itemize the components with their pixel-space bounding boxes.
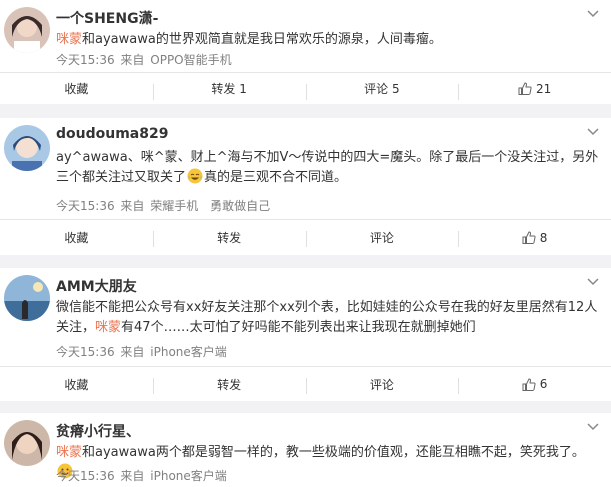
- repost-button[interactable]: 转发: [152, 220, 306, 255]
- comment-button[interactable]: 评论: [305, 367, 459, 401]
- post-meta: 今天15:36 来自 OPPO智能手机: [56, 51, 232, 68]
- favorite-button[interactable]: 收藏: [0, 220, 153, 255]
- comment-card: 贫瘠小行星、 咪蒙和ayawawa两个都是弱智一样的，教一些极端的价值观，还能互…: [0, 413, 611, 487]
- username[interactable]: doudouma829: [56, 126, 168, 142]
- source-prefix: 来自: [120, 53, 145, 67]
- thumbs-up-icon: [518, 82, 532, 95]
- timestamp: 今天15:36: [56, 469, 115, 483]
- chevron-down-icon[interactable]: [587, 127, 599, 137]
- repost-button[interactable]: 转发: [152, 367, 306, 401]
- comment-button[interactable]: 评论: [305, 220, 459, 255]
- post-meta: 今天15:36 来自 iPhone客户端: [56, 467, 227, 484]
- thumbs-up-icon: [522, 377, 536, 391]
- comment-card: 一个SHENG潇- 咪蒙和ayawawa的世界观简直就是我日常欢乐的源泉，人间毒…: [0, 0, 611, 104]
- thumbs-up-icon: [522, 231, 536, 244]
- avatar[interactable]: [4, 420, 50, 466]
- like-button[interactable]: 6: [458, 367, 611, 401]
- username[interactable]: 贫瘠小行星、: [56, 421, 140, 441]
- timestamp: 今天15:36: [56, 345, 115, 359]
- chevron-down-icon[interactable]: [587, 9, 599, 19]
- source-device[interactable]: iPhone客户端: [150, 469, 227, 483]
- like-count: 6: [539, 377, 548, 391]
- like-count: 8: [539, 230, 548, 245]
- action-bar: 收藏 转发 评论 8: [0, 219, 611, 255]
- chevron-down-icon[interactable]: [587, 277, 599, 287]
- comment-text-segment: 和ayawawa两个都是弱智一样的，教一些极端的价值观，还能互相瞧不起，笑死我了…: [82, 445, 585, 460]
- comment-text-segment: 有47个……太可怕了好吗能不能列表出来让我现在就删掉她们: [121, 320, 476, 335]
- source-device[interactable]: 荣耀手机: [150, 199, 198, 213]
- avatar[interactable]: [4, 275, 50, 321]
- source-prefix: 来自: [120, 469, 145, 483]
- repost-button[interactable]: 转发 1: [152, 73, 306, 104]
- favorite-button[interactable]: 收藏: [0, 367, 153, 401]
- comment-text: 咪蒙和ayawawa的世界观简直就是我日常欢乐的源泉，人间毒瘤。: [56, 30, 599, 50]
- comment-button[interactable]: 评论 5: [305, 73, 459, 104]
- comment-card: AMM大朋友 微信能不能把公众号有xx好友关注那个xx列个表，比如娃娃的公众号在…: [0, 268, 611, 401]
- mention-link[interactable]: 咪蒙: [56, 32, 82, 47]
- like-count: 21: [535, 81, 552, 96]
- avatar[interactable]: [4, 7, 50, 53]
- timestamp: 今天15:36: [56, 53, 115, 67]
- like-button[interactable]: 8: [458, 220, 611, 255]
- post-meta: 今天15:36 来自 iPhone客户端: [56, 343, 227, 360]
- action-bar: 收藏 转发 1 评论 5 21: [0, 72, 611, 104]
- post-meta: 今天15:36 来自 荣耀手机 勇敢做自己: [56, 197, 270, 214]
- source-device[interactable]: OPPO智能手机: [150, 53, 231, 67]
- comment-text-segment: 真的是三观不合不同道。: [204, 170, 348, 185]
- source-prefix: 来自: [120, 345, 145, 359]
- source-device[interactable]: iPhone客户端: [150, 345, 227, 359]
- avatar[interactable]: [4, 125, 50, 171]
- timestamp: 今天15:36: [56, 199, 115, 213]
- comment-card: doudouma829 ay^awawa、咪^蒙、财上^海与不加V～传说中的四大…: [0, 118, 611, 255]
- laugh-cry-emoji: [186, 168, 204, 185]
- comment-text: ay^awawa、咪^蒙、财上^海与不加V～传说中的四大=魔头。除了最后一个没关…: [56, 148, 599, 188]
- weibo-comment-feed: 一个SHENG潇- 咪蒙和ayawawa的世界观简直就是我日常欢乐的源泉，人间毒…: [0, 0, 611, 487]
- username[interactable]: AMM大朋友: [56, 276, 137, 296]
- source-prefix: 来自: [120, 199, 145, 213]
- username[interactable]: 一个SHENG潇-: [56, 8, 158, 28]
- source-extra: 勇敢做自己: [210, 199, 271, 213]
- mention-link[interactable]: 咪蒙: [95, 320, 121, 335]
- favorite-button[interactable]: 收藏: [0, 73, 153, 104]
- action-bar: 收藏 转发 评论 6: [0, 366, 611, 401]
- chevron-down-icon[interactable]: [587, 422, 599, 432]
- comment-text: 微信能不能把公众号有xx好友关注那个xx列个表，比如娃娃的公众号在我的好友里居然…: [56, 298, 599, 338]
- comment-text-segment: 和ayawawa的世界观简直就是我日常欢乐的源泉，人间毒瘤。: [82, 32, 442, 47]
- mention-link[interactable]: 咪蒙: [56, 445, 82, 460]
- like-button[interactable]: 21: [458, 73, 611, 104]
